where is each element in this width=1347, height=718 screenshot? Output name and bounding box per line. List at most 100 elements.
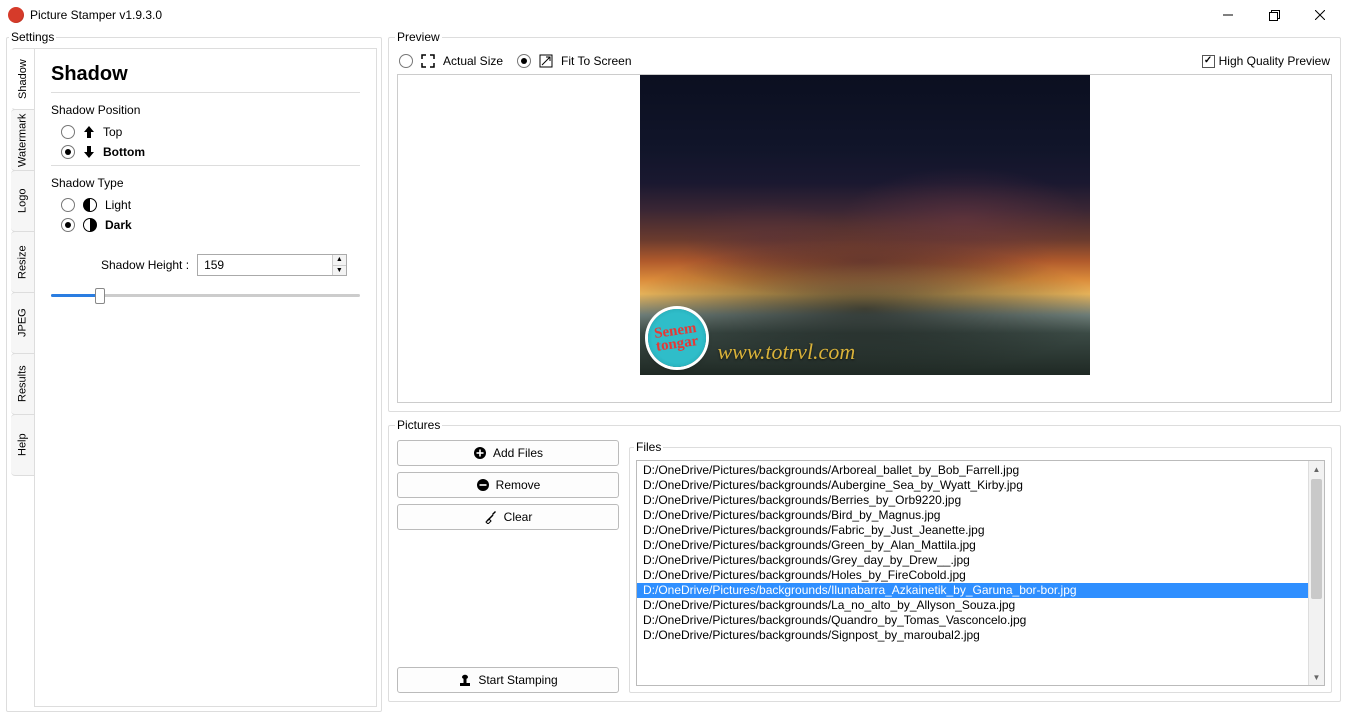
file-row[interactable]: D:/OneDrive/Pictures/backgrounds/Grey_da… bbox=[637, 553, 1308, 568]
pictures-panel: Pictures Add Files Remove bbox=[388, 418, 1341, 702]
tab-shadow[interactable]: Shadow bbox=[11, 48, 35, 110]
preview-image: Senemtongar www.totrvl.com bbox=[640, 75, 1090, 375]
preview-panel: Preview Actual Size bbox=[388, 30, 1341, 412]
start-stamping-button[interactable]: Start Stamping bbox=[397, 667, 619, 693]
radio-icon bbox=[517, 54, 531, 68]
file-row[interactable]: D:/OneDrive/Pictures/backgrounds/La_no_a… bbox=[637, 598, 1308, 613]
app-window: Picture Stamper v1.9.3.0 Settings bbox=[0, 0, 1347, 718]
file-row[interactable]: D:/OneDrive/Pictures/backgrounds/Arborea… bbox=[637, 463, 1308, 478]
high-quality-label: High Quality Preview bbox=[1219, 54, 1330, 68]
maximize-icon bbox=[1269, 10, 1280, 21]
file-row[interactable]: D:/OneDrive/Pictures/backgrounds/Green_b… bbox=[637, 538, 1308, 553]
button-label: Start Stamping bbox=[478, 673, 557, 687]
shadow-height-slider[interactable] bbox=[51, 286, 360, 304]
divider bbox=[51, 92, 360, 93]
radio-label: Top bbox=[103, 125, 122, 139]
radio-position-bottom[interactable]: Bottom bbox=[61, 145, 360, 159]
tab-resize[interactable]: Resize bbox=[11, 231, 35, 293]
radio-label: Actual Size bbox=[443, 54, 503, 68]
remove-button[interactable]: Remove bbox=[397, 472, 619, 498]
files-listbox[interactable]: D:/OneDrive/Pictures/backgrounds/Arborea… bbox=[636, 460, 1325, 686]
file-row[interactable]: D:/OneDrive/Pictures/backgrounds/Berries… bbox=[637, 493, 1308, 508]
scroll-up-icon[interactable]: ▲ bbox=[1309, 461, 1324, 477]
clear-button[interactable]: Clear bbox=[397, 504, 619, 530]
radio-label: Light bbox=[105, 198, 131, 212]
arrow-up-icon bbox=[83, 125, 95, 139]
file-row[interactable]: D:/OneDrive/Pictures/backgrounds/Quandro… bbox=[637, 613, 1308, 628]
tab-logo[interactable]: Logo bbox=[11, 170, 35, 232]
slider-thumb[interactable] bbox=[95, 288, 105, 304]
watermark-text: www.totrvl.com bbox=[718, 339, 856, 365]
titlebar: Picture Stamper v1.9.3.0 bbox=[0, 0, 1347, 30]
scrollbar-thumb[interactable] bbox=[1311, 479, 1322, 599]
half-circle-dark-icon bbox=[83, 218, 97, 232]
shadow-height-label: Shadow Height : bbox=[101, 258, 189, 272]
shadow-position-label: Shadow Position bbox=[51, 103, 360, 117]
broom-icon bbox=[484, 510, 498, 524]
stamp-icon bbox=[458, 673, 472, 687]
button-label: Remove bbox=[496, 478, 541, 492]
watermark-stamp: Senemtongar bbox=[648, 309, 706, 367]
radio-icon bbox=[61, 198, 75, 212]
file-row[interactable]: D:/OneDrive/Pictures/backgrounds/Bird_by… bbox=[637, 508, 1308, 523]
tab-watermark[interactable]: Watermark bbox=[11, 109, 35, 171]
scrollbar[interactable]: ▲ ▼ bbox=[1308, 461, 1324, 685]
file-row[interactable]: D:/OneDrive/Pictures/backgrounds/Ilunaba… bbox=[637, 583, 1308, 598]
radio-icon bbox=[61, 145, 75, 159]
arrow-down-icon bbox=[83, 145, 95, 159]
settings-tabs: ShadowWatermarkLogoResizeJPEGResultsHelp bbox=[11, 48, 35, 707]
expand-icon bbox=[421, 54, 435, 68]
window-buttons bbox=[1205, 0, 1343, 30]
shadow-type-label: Shadow Type bbox=[51, 176, 360, 190]
radio-fit-to-screen[interactable]: Fit To Screen bbox=[517, 54, 631, 68]
high-quality-checkbox[interactable] bbox=[1202, 55, 1215, 68]
file-row[interactable]: D:/OneDrive/Pictures/backgrounds/Holes_b… bbox=[637, 568, 1308, 583]
tab-jpeg[interactable]: JPEG bbox=[11, 292, 35, 354]
radio-type-light[interactable]: Light bbox=[61, 198, 360, 212]
button-label: Clear bbox=[504, 510, 533, 524]
scroll-down-icon[interactable]: ▼ bbox=[1309, 669, 1324, 685]
divider bbox=[51, 165, 360, 166]
file-row[interactable]: D:/OneDrive/Pictures/backgrounds/Signpos… bbox=[637, 628, 1308, 643]
settings-legend: Settings bbox=[9, 30, 56, 44]
fit-icon bbox=[539, 54, 553, 68]
preview-legend: Preview bbox=[395, 30, 442, 44]
slider-fill bbox=[51, 294, 100, 297]
shadow-heading: Shadow bbox=[51, 63, 360, 86]
app-title: Picture Stamper v1.9.3.0 bbox=[30, 8, 162, 22]
radio-position-top[interactable]: Top bbox=[61, 125, 360, 139]
spinner-up[interactable]: ▲ bbox=[333, 255, 346, 266]
radio-label: Fit To Screen bbox=[561, 54, 631, 68]
shadow-height-spinner[interactable]: ▲ ▼ bbox=[197, 254, 347, 276]
radio-label: Dark bbox=[105, 218, 132, 232]
file-row[interactable]: D:/OneDrive/Pictures/backgrounds/Fabric_… bbox=[637, 523, 1308, 538]
radio-icon bbox=[399, 54, 413, 68]
files-legend: Files bbox=[634, 440, 663, 454]
pictures-legend: Pictures bbox=[395, 418, 442, 432]
button-label: Add Files bbox=[493, 446, 543, 460]
preview-clouds bbox=[640, 75, 1090, 375]
maximize-button[interactable] bbox=[1251, 0, 1297, 30]
radio-icon bbox=[61, 218, 75, 232]
plus-circle-icon bbox=[473, 446, 487, 460]
spinner-down[interactable]: ▼ bbox=[333, 266, 346, 276]
stamp-text: Senemtongar bbox=[654, 322, 700, 353]
radio-label: Bottom bbox=[103, 145, 145, 159]
close-button[interactable] bbox=[1297, 0, 1343, 30]
add-files-button[interactable]: Add Files bbox=[397, 440, 619, 466]
half-circle-light-icon bbox=[83, 198, 97, 212]
tab-results[interactable]: Results bbox=[11, 353, 35, 415]
preview-viewport: Senemtongar www.totrvl.com bbox=[397, 74, 1332, 403]
radio-icon bbox=[61, 125, 75, 139]
tab-help[interactable]: Help bbox=[11, 414, 35, 476]
settings-tab-body: Shadow Shadow Position Top Bottom bbox=[34, 48, 377, 707]
radio-type-dark[interactable]: Dark bbox=[61, 218, 360, 232]
close-icon bbox=[1315, 10, 1325, 20]
minus-circle-icon bbox=[476, 478, 490, 492]
radio-actual-size[interactable]: Actual Size bbox=[399, 54, 503, 68]
file-row[interactable]: D:/OneDrive/Pictures/backgrounds/Aubergi… bbox=[637, 478, 1308, 493]
shadow-height-input[interactable] bbox=[198, 255, 332, 275]
settings-panel: Settings ShadowWatermarkLogoResizeJPEGRe… bbox=[6, 30, 382, 712]
minimize-icon bbox=[1223, 10, 1233, 20]
minimize-button[interactable] bbox=[1205, 0, 1251, 30]
